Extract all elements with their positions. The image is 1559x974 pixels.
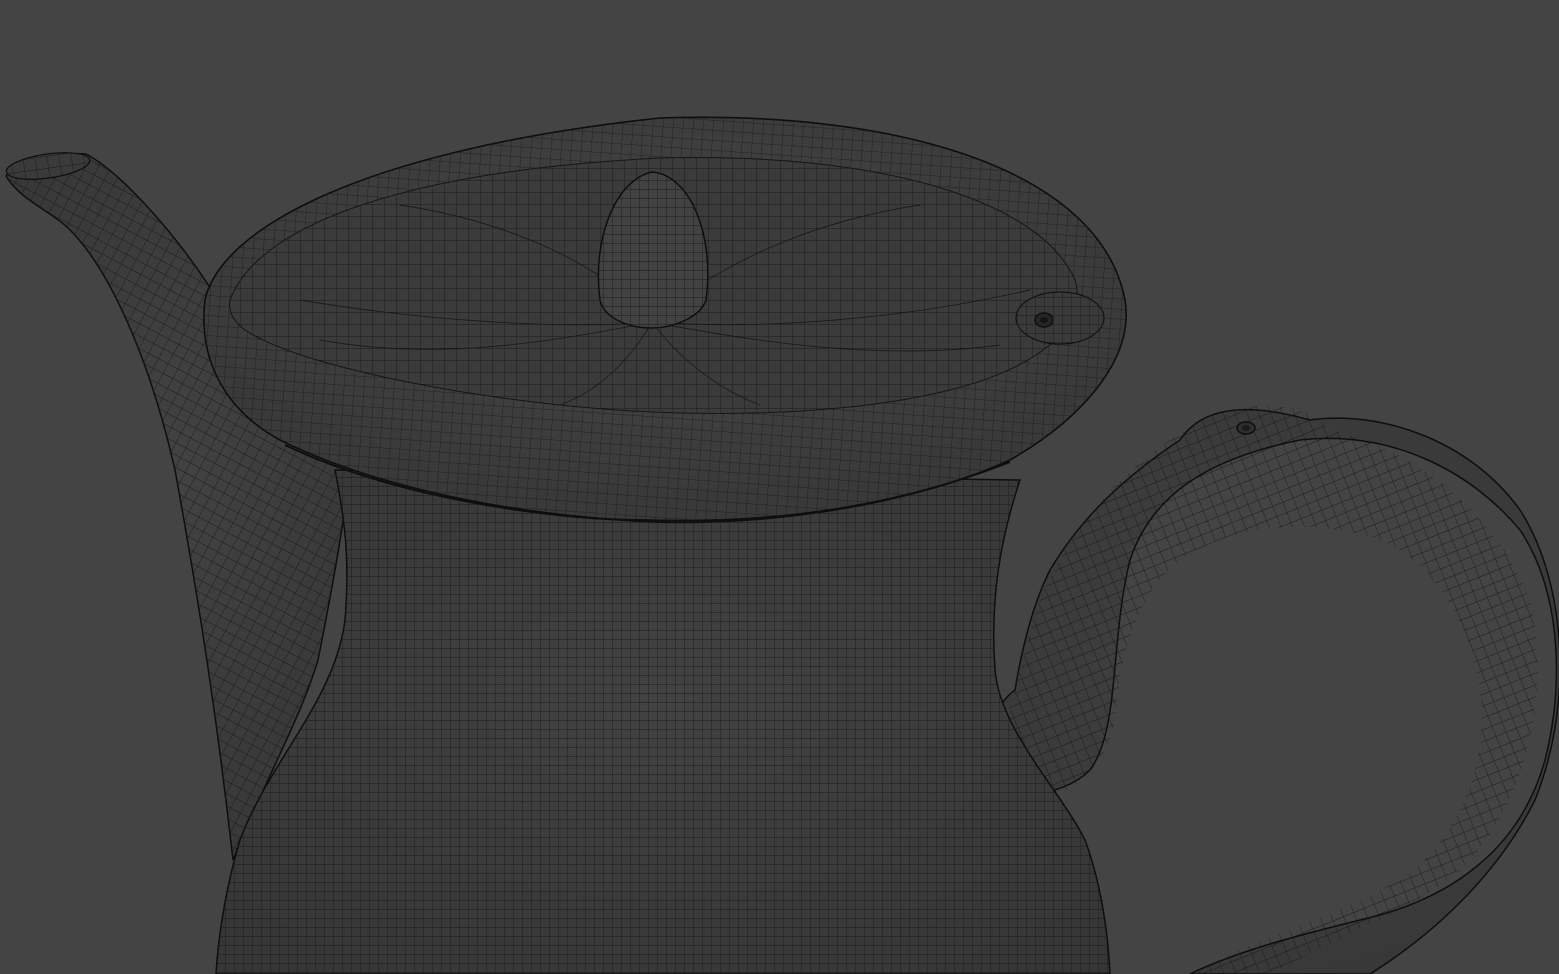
3d-viewport[interactable]: [0, 0, 1559, 974]
lid-vent-hole: [1015, 291, 1105, 345]
viewport-canvas[interactable]: [0, 0, 1559, 974]
teapot-body[interactable]: [215, 469, 1111, 974]
